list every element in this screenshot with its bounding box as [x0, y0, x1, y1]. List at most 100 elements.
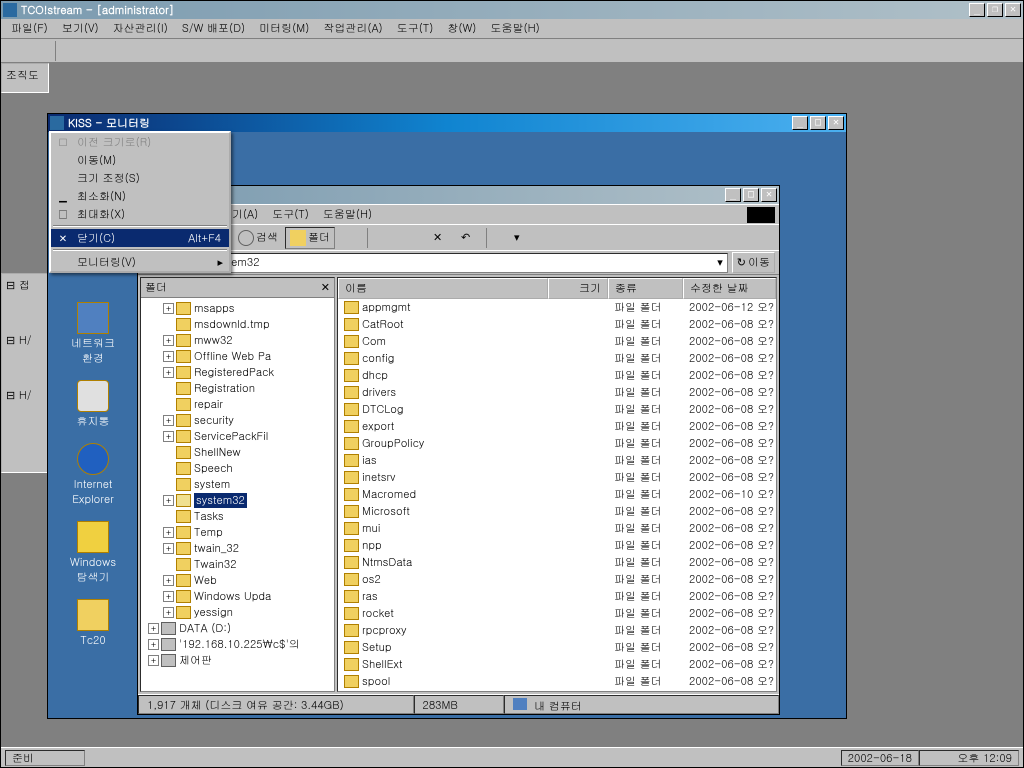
tree-item[interactable]: +msapps	[143, 300, 332, 316]
menu-item[interactable]: 도움말(H)	[317, 205, 378, 224]
tree-item[interactable]: msdownld.tmp	[143, 316, 332, 332]
tree-node[interactable]: ⊟ H/	[6, 333, 44, 348]
go-button[interactable]: ↻ 이동	[732, 252, 775, 273]
tree-item[interactable]: +Temp	[143, 524, 332, 540]
tree-item[interactable]: ShellNew	[143, 444, 332, 460]
list-item[interactable]: Setup파일 폴더2002-06-08 오?	[338, 639, 776, 656]
kiss-titlebar[interactable]: KISS - 모니터링 _ □ ✕	[48, 114, 846, 132]
move-to-button[interactable]	[372, 227, 398, 249]
menu-item[interactable]: ▁최소화(N)	[51, 187, 229, 205]
tree-item[interactable]: repair	[143, 396, 332, 412]
history-button[interactable]	[337, 227, 363, 249]
tree-item[interactable]: +mww32	[143, 332, 332, 348]
expand-icon[interactable]: +	[148, 655, 159, 666]
list-item[interactable]: NtmsData파일 폴더2002-06-08 오?	[338, 554, 776, 571]
list-item[interactable]: os2파일 폴더2002-06-08 오?	[338, 571, 776, 588]
dropdown-icon[interactable]: ▾	[717, 255, 723, 270]
desktop-icon[interactable]: 휴지통	[57, 380, 129, 429]
desktop-icon[interactable]: Windows 탐색기	[57, 521, 129, 585]
explorer-maximize-button[interactable]: □	[743, 188, 759, 202]
toolbar-button[interactable]	[86, 41, 106, 61]
menu-item[interactable]: 크기 조정(S)	[51, 169, 229, 187]
expand-icon[interactable]: +	[148, 623, 159, 634]
explorer-close-button[interactable]: ✕	[761, 188, 777, 202]
system-menu[interactable]: ☐이전 크기로(R)이동(M)크기 조정(S)▁최소화(N)□최대화(X) ✕ …	[49, 131, 231, 273]
menu-item[interactable]: 도구(T)	[391, 19, 440, 38]
list-item[interactable]: inetsrv파일 폴더2002-06-08 오?	[338, 469, 776, 486]
tree-item[interactable]: +system32	[143, 492, 332, 508]
list-item[interactable]: rocket파일 폴더2002-06-08 오?	[338, 605, 776, 622]
list-item[interactable]: Microsoft파일 폴더2002-06-08 오?	[338, 503, 776, 520]
menu-item[interactable]: 파일(F)	[5, 19, 54, 38]
list-item[interactable]: spool파일 폴더2002-06-08 오?	[338, 673, 776, 690]
tree-item[interactable]: +Web	[143, 572, 332, 588]
column-name[interactable]: 이름	[338, 278, 548, 299]
column-date[interactable]: 수정한 날짜	[683, 278, 776, 299]
expand-icon[interactable]: +	[163, 607, 174, 618]
maximize-button[interactable]: ❐	[987, 3, 1003, 17]
close-panel-icon[interactable]: ✕	[321, 280, 330, 295]
menu-item[interactable]: 도움말(H)	[484, 19, 545, 38]
expand-icon[interactable]: +	[148, 639, 159, 650]
list-item[interactable]: Macromed파일 폴더2002-06-10 오?	[338, 486, 776, 503]
list-item[interactable]: npp파일 폴더2002-06-08 오?	[338, 537, 776, 554]
menu-item[interactable]: S/W 배포(D)	[176, 19, 251, 38]
expand-icon[interactable]: +	[163, 351, 174, 362]
search-button[interactable]: 검색	[233, 227, 283, 249]
list-item[interactable]: DTCLog파일 폴더2002-06-08 오?	[338, 401, 776, 418]
toolbar-button[interactable]	[62, 41, 82, 61]
menu-item-monitoring[interactable]: 모니터링(V) ▸	[51, 253, 229, 271]
tree-item[interactable]: +Windows Upda	[143, 588, 332, 604]
explorer-minimize-button[interactable]: _	[725, 188, 741, 202]
expand-icon[interactable]: +	[163, 543, 174, 554]
toolbar-button[interactable]	[5, 41, 25, 61]
menu-item[interactable]: □최대화(X)	[51, 205, 229, 223]
menu-item-close[interactable]: ✕ 닫기(C) Alt+F4	[51, 229, 229, 247]
list-item[interactable]: Com파일 폴더2002-06-08 오?	[338, 333, 776, 350]
expand-icon[interactable]: +	[163, 367, 174, 378]
tree-item[interactable]: system	[143, 476, 332, 492]
expand-icon[interactable]: +	[163, 303, 174, 314]
tree-node[interactable]: ⊟ H/	[6, 388, 44, 403]
list-item[interactable]: GroupPolicy파일 폴더2002-06-08 오?	[338, 435, 776, 452]
file-list-panel[interactable]: 이름 크기 종류 수정한 날짜 appmgmt파일 폴더2002-06-12 오…	[337, 277, 777, 692]
menu-item[interactable]: 자산관리(I)	[107, 19, 174, 38]
desktop-icon[interactable]: Tc20	[57, 599, 129, 648]
expand-icon[interactable]: +	[163, 575, 174, 586]
explorer-toolbar[interactable]: 검색 폴더 ✕ ↶ ▾	[138, 224, 779, 250]
tree-item[interactable]: Speech	[143, 460, 332, 476]
column-type[interactable]: 종류	[608, 278, 683, 299]
list-item[interactable]: ShellExt파일 폴더2002-06-08 오?	[338, 656, 776, 673]
left-side-panel[interactable]: 조직도	[1, 63, 49, 93]
delete-button[interactable]: ✕	[428, 227, 454, 249]
undo-button[interactable]: ↶	[456, 227, 482, 249]
list-item[interactable]: ias파일 폴더2002-06-08 오?	[338, 452, 776, 469]
desktop-icon[interactable]: 네트워크 환경	[57, 302, 129, 366]
list-header[interactable]: 이름 크기 종류 수정한 날짜	[338, 278, 776, 299]
column-size[interactable]: 크기	[548, 278, 608, 299]
tree-item[interactable]: +'192.168.10.225\c$'의	[143, 636, 332, 652]
tree-node[interactable]: ⊟ 접	[6, 278, 44, 293]
kiss-maximize-button[interactable]: □	[810, 116, 826, 130]
desktop-icon[interactable]: Internet Explorer	[57, 443, 129, 507]
expand-icon[interactable]: +	[163, 495, 174, 506]
app-toolbar[interactable]	[1, 39, 1023, 63]
list-item[interactable]: CatRoot파일 폴더2002-06-08 오?	[338, 316, 776, 333]
folder-tree-panel[interactable]: 폴더 ✕ +msappsmsdownld.tmp+mww32+Offline W…	[140, 277, 335, 692]
menu-item[interactable]: 미터링(M)	[253, 19, 315, 38]
tree-item[interactable]: +yessign	[143, 604, 332, 620]
expand-icon[interactable]: +	[163, 415, 174, 426]
folders-button[interactable]: 폴더	[285, 227, 335, 249]
expand-icon[interactable]: +	[163, 335, 174, 346]
app-menubar[interactable]: 파일(F)보기(V)자산관리(I)S/W 배포(D)미터링(M)작업관리(A)도…	[1, 19, 1023, 39]
menu-item[interactable]: 창(W)	[441, 19, 482, 38]
tree-item[interactable]: +Offline Web Pa	[143, 348, 332, 364]
list-item[interactable]: dhcp파일 폴더2002-06-08 오?	[338, 367, 776, 384]
left-side-tree[interactable]: ⊟ 접 ⊟ H/ ⊟ H/	[1, 273, 49, 473]
list-item[interactable]: export파일 폴더2002-06-08 오?	[338, 418, 776, 435]
menu-item[interactable]: 보기(V)	[56, 19, 105, 38]
expand-icon[interactable]: +	[163, 431, 174, 442]
explorer-titlebar[interactable]: system32 _ □ ✕	[138, 186, 779, 204]
list-item[interactable]: config파일 폴더2002-06-08 오?	[338, 350, 776, 367]
tree-item[interactable]: +제어판	[143, 652, 332, 668]
